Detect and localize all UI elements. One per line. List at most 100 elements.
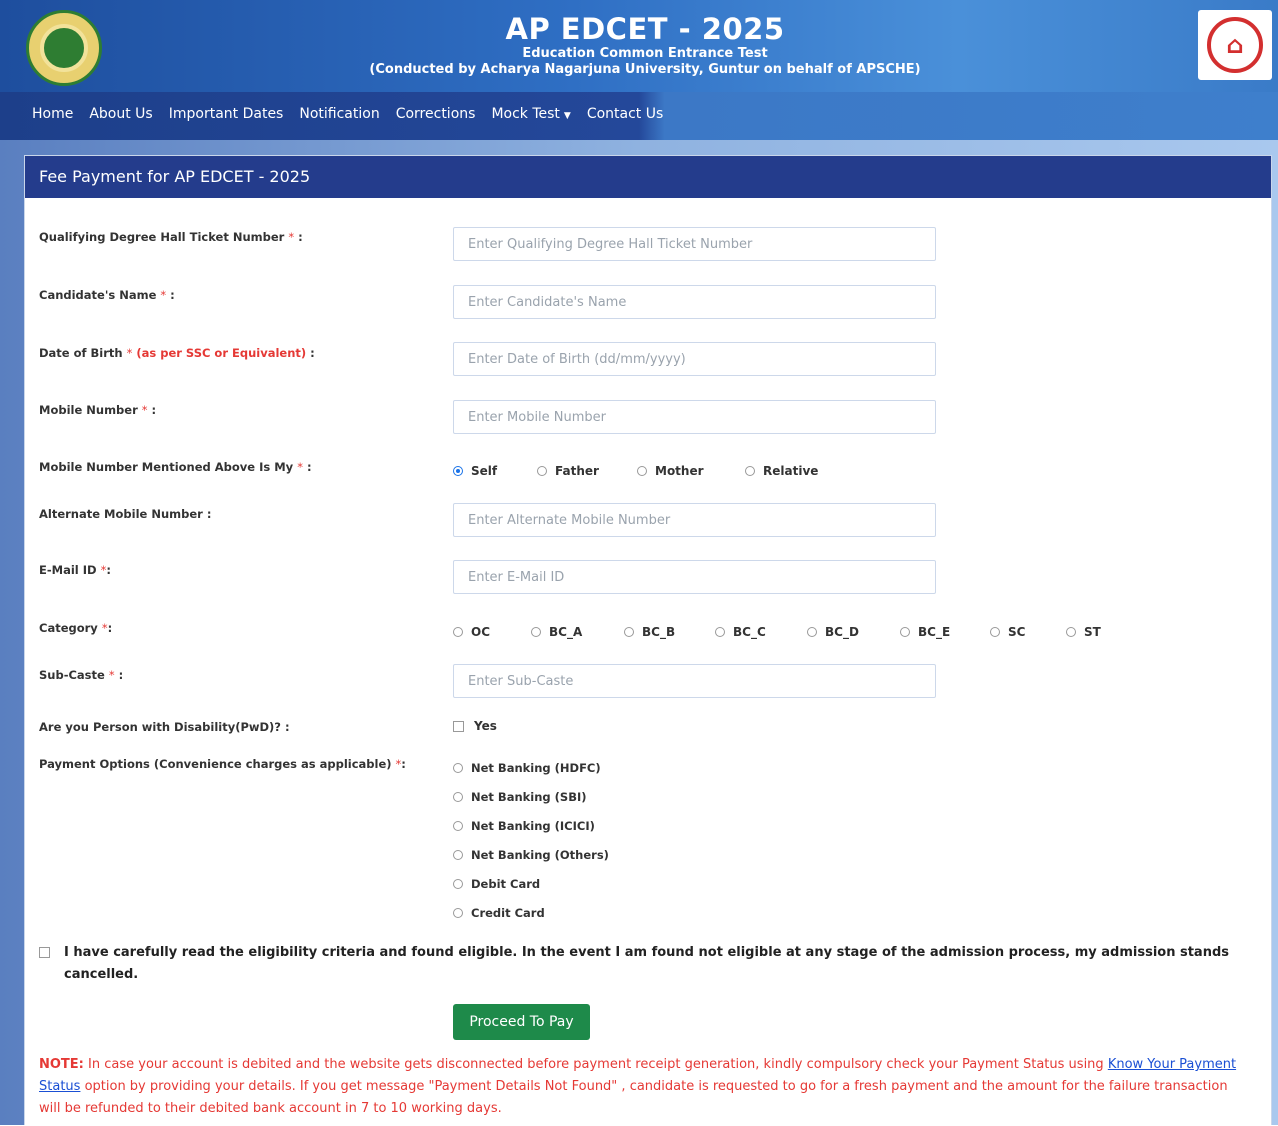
payment-net-banking-others[interactable]: Net Banking (Others) bbox=[453, 848, 609, 862]
main-navbar: Home About Us Important Dates Notificati… bbox=[0, 92, 1278, 140]
candidate-name-label-text: Candidate's Name bbox=[39, 288, 157, 302]
card-body: Qualifying Degree Hall Ticket Number * :… bbox=[25, 198, 1271, 1126]
payment-option-label: Debit Card bbox=[471, 877, 541, 891]
category-st[interactable]: ST bbox=[1066, 625, 1101, 639]
card-title: Fee Payment for AP EDCET - 2025 bbox=[25, 156, 1271, 198]
category-bc-a-label: BC_A bbox=[549, 625, 583, 639]
declaration-text: I have carefully read the eligibility cr… bbox=[64, 945, 1230, 982]
radio-circle-icon bbox=[453, 792, 463, 802]
radio-mother[interactable]: Mother bbox=[637, 464, 745, 478]
payment-option-label: Net Banking (ICICI) bbox=[471, 819, 595, 833]
declaration-checkbox[interactable] bbox=[39, 947, 50, 958]
payment-credit-card[interactable]: Credit Card bbox=[453, 906, 545, 920]
subcaste-label: Sub-Caste * : bbox=[39, 668, 124, 682]
apsche-logo: ⌂ bbox=[1198, 10, 1272, 80]
category-label-text: Category bbox=[39, 621, 98, 635]
hall-ticket-input[interactable] bbox=[453, 227, 936, 261]
radio-self[interactable]: Self bbox=[453, 464, 537, 478]
payment-net-banking-icici[interactable]: Net Banking (ICICI) bbox=[453, 819, 595, 833]
alt-mobile-label: Alternate Mobile Number : bbox=[39, 507, 212, 521]
category-bc-c-label: BC_C bbox=[733, 625, 766, 639]
nav-contact-us[interactable]: Contact Us bbox=[587, 106, 663, 122]
radio-relative[interactable]: Relative bbox=[745, 464, 818, 478]
caret-down-icon: ▼ bbox=[563, 111, 571, 121]
proceed-to-pay-button[interactable]: Proceed To Pay bbox=[453, 1004, 590, 1040]
candidate-name-input[interactable] bbox=[453, 285, 936, 319]
category-bc-e[interactable]: BC_E bbox=[900, 625, 990, 639]
category-bc-e-label: BC_E bbox=[918, 625, 951, 639]
radio-circle-icon bbox=[453, 821, 463, 831]
radio-circle-icon bbox=[453, 763, 463, 773]
radio-circle-icon bbox=[637, 466, 647, 476]
category-bc-c[interactable]: BC_C bbox=[715, 625, 807, 639]
dob-label-text: Date of Birth bbox=[39, 346, 123, 360]
radio-circle-icon bbox=[453, 627, 463, 637]
payment-note: NOTE: In case your account is debited an… bbox=[39, 1054, 1249, 1120]
payment-option-label: Credit Card bbox=[471, 906, 545, 920]
category-st-label: ST bbox=[1084, 625, 1101, 639]
note-prefix: NOTE: bbox=[39, 1057, 84, 1072]
category-oc-label: OC bbox=[471, 625, 491, 639]
radio-circle-icon bbox=[990, 627, 1000, 637]
radio-circle-icon bbox=[715, 627, 725, 637]
email-label: E-Mail ID *: bbox=[39, 563, 111, 577]
email-label-text: E-Mail ID bbox=[39, 563, 97, 577]
category-bc-b[interactable]: BC_B bbox=[624, 625, 715, 639]
nav-mock-test-label: Mock Test bbox=[491, 106, 560, 122]
category-bc-a[interactable]: BC_A bbox=[531, 625, 624, 639]
payment-options-label: Payment Options (Convenience charges as … bbox=[39, 757, 406, 771]
radio-circle-icon bbox=[453, 850, 463, 860]
radio-circle-icon bbox=[807, 627, 817, 637]
nav-home[interactable]: Home bbox=[32, 106, 73, 122]
category-sc[interactable]: SC bbox=[990, 625, 1066, 639]
nav-important-dates[interactable]: Important Dates bbox=[169, 106, 284, 122]
nav-notification[interactable]: Notification bbox=[299, 106, 379, 122]
nav-about-us[interactable]: About Us bbox=[89, 106, 152, 122]
university-logo bbox=[26, 10, 102, 86]
payment-options-label-text: Payment Options (Convenience charges as … bbox=[39, 757, 392, 771]
mobile-owner-label-text: Mobile Number Mentioned Above Is My bbox=[39, 460, 294, 474]
radio-circle-icon bbox=[624, 627, 634, 637]
payment-net-banking-hdfc[interactable]: Net Banking (HDFC) bbox=[453, 761, 601, 775]
mobile-label-text: Mobile Number bbox=[39, 403, 138, 417]
category-bc-d[interactable]: BC_D bbox=[807, 625, 900, 639]
category-radio-group: OC BC_A BC_B BC_C BC_D BC_E SC ST bbox=[453, 625, 1101, 639]
pwd-yes-checkbox[interactable]: Yes bbox=[453, 719, 497, 733]
category-bc-d-label: BC_D bbox=[825, 625, 859, 639]
radio-self-label: Self bbox=[471, 464, 498, 478]
checkbox-icon bbox=[453, 720, 464, 732]
category-oc[interactable]: OC bbox=[453, 625, 531, 639]
page-title: AP EDCET - 2025 bbox=[505, 12, 785, 46]
hall-ticket-label: Qualifying Degree Hall Ticket Number * : bbox=[39, 230, 303, 244]
site-header: AP EDCET - 2025 Education Common Entranc… bbox=[0, 0, 1278, 92]
radio-circle-icon bbox=[745, 466, 755, 476]
subcaste-label-text: Sub-Caste bbox=[39, 668, 105, 682]
mobile-owner-label: Mobile Number Mentioned Above Is My * : bbox=[39, 460, 312, 474]
nav-mock-test[interactable]: Mock Test ▼ bbox=[491, 106, 570, 122]
radio-circle-checked-icon bbox=[453, 466, 463, 476]
header-subtitle-2: (Conducted by Acharya Nagarjuna Universi… bbox=[369, 62, 921, 77]
candidate-name-label: Candidate's Name * : bbox=[39, 288, 175, 302]
subcaste-input[interactable] bbox=[453, 664, 936, 698]
payment-net-banking-sbi[interactable]: Net Banking (SBI) bbox=[453, 790, 587, 804]
note-text-2: option by providing your details. If you… bbox=[39, 1079, 1228, 1116]
radio-circle-icon bbox=[531, 627, 541, 637]
email-input[interactable] bbox=[453, 560, 936, 594]
payment-option-label: Net Banking (HDFC) bbox=[471, 761, 601, 775]
mobile-input[interactable] bbox=[453, 400, 936, 434]
radio-circle-icon bbox=[537, 466, 547, 476]
dob-note: (as per SSC or Equivalent) bbox=[136, 346, 307, 360]
declaration-row: I have carefully read the eligibility cr… bbox=[39, 942, 1239, 986]
category-bc-b-label: BC_B bbox=[642, 625, 676, 639]
pwd-label: Are you Person with Disability(PwD)? : bbox=[39, 720, 290, 734]
mobile-label: Mobile Number * : bbox=[39, 403, 157, 417]
category-sc-label: SC bbox=[1008, 625, 1026, 639]
dob-input[interactable] bbox=[453, 342, 936, 376]
alt-mobile-input[interactable] bbox=[453, 503, 936, 537]
radio-father-label: Father bbox=[555, 464, 599, 478]
fee-payment-card: Fee Payment for AP EDCET - 2025 Qualifyi… bbox=[24, 155, 1272, 1126]
radio-circle-icon bbox=[1066, 627, 1076, 637]
payment-debit-card[interactable]: Debit Card bbox=[453, 877, 540, 891]
radio-father[interactable]: Father bbox=[537, 464, 637, 478]
nav-corrections[interactable]: Corrections bbox=[396, 106, 476, 122]
